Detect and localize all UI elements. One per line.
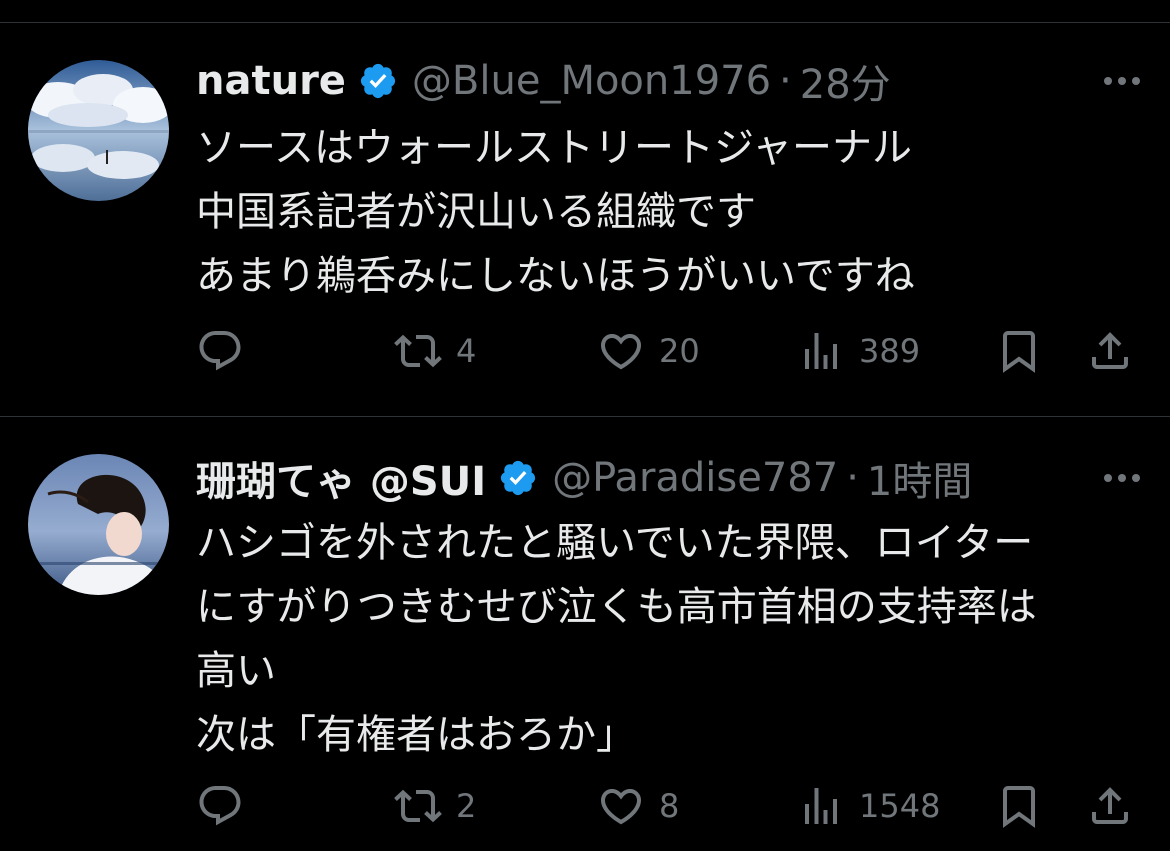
tweet-line: にすがりつきむせび泣くも高市首相の支持率は [196,584,1037,630]
reply-icon [199,786,241,826]
timestamp[interactable]: 28分 [800,52,891,110]
verified-badge-icon [358,61,398,101]
tweet-header: 珊瑚てゃ @SUI @Paradise787 · 1時間 [196,453,972,505]
share-icon [1092,332,1128,369]
tweet-line: 高い [196,648,276,694]
retweet-button[interactable]: 2 [394,780,476,832]
bookmark-icon [1003,331,1035,373]
avatar[interactable] [28,454,169,595]
share-button[interactable] [1086,780,1134,832]
verified-badge-icon [498,458,538,498]
tweet-text: ハシゴを外されたと騒いでいた界隈、ロイター にすがりつきむせび泣くも高市首相の支… [196,511,1146,767]
avatar[interactable] [28,60,169,201]
like-count: 20 [659,332,700,370]
tweet-line: ソースはウォールストリートジャーナル [196,125,912,171]
like-icon [600,789,642,825]
views-count: 1548 [859,787,941,825]
action-bar: 4 20 389 [0,325,1170,377]
reply-button[interactable] [196,325,244,377]
views-icon [805,333,837,369]
tweet-2[interactable]: 珊瑚てゃ @SUI @Paradise787 · 1時間 ハシゴを外されたと騒い… [0,417,1170,851]
timestamp[interactable]: 1時間 [867,449,972,507]
tweet-line: あまり鵜呑みにしないほうがいいですね [196,253,915,299]
tweet-line: ハシゴを外されたと騒いでいた界隈、ロイター [196,520,1034,566]
retweet-button[interactable]: 4 [394,325,476,377]
reply-button[interactable] [196,780,244,832]
bookmark-icon [1003,786,1035,828]
separator: · [846,455,859,501]
handle[interactable]: @Paradise787 [552,455,838,501]
tweet-header: nature @Blue_Moon1976 · 28分 [196,56,891,108]
views-count: 389 [859,332,921,370]
like-icon [600,334,642,370]
tweet-line: 次は「有権者はおろか」 [196,712,636,758]
action-bar: 2 8 1548 [0,780,1170,832]
retweet-icon [394,789,442,823]
like-button[interactable]: 8 [597,780,679,832]
tweet-1[interactable]: nature @Blue_Moon1976 · 28分 ソースはウォールストリー… [0,0,1170,416]
retweet-icon [394,334,442,368]
share-icon [1092,787,1128,824]
views-icon [805,788,837,824]
views-button[interactable]: 1548 [797,780,940,832]
handle[interactable]: @Blue_Moon1976 [412,58,771,104]
display-name[interactable]: 珊瑚てゃ @SUI [196,449,486,507]
tweet-line: 中国系記者が沢山いる組織です [196,189,756,235]
views-button[interactable]: 389 [797,325,920,377]
reply-icon [199,331,241,371]
like-button[interactable]: 20 [597,325,700,377]
like-count: 8 [659,787,680,825]
bookmark-button[interactable] [995,325,1043,377]
bookmark-button[interactable] [995,780,1043,832]
share-button[interactable] [1086,325,1134,377]
retweet-count: 4 [456,332,477,370]
timeline-feed: nature @Blue_Moon1976 · 28分 ソースはウォールストリー… [0,0,1170,851]
display-name[interactable]: nature [196,58,346,104]
more-icon[interactable] [1104,56,1140,106]
tweet-text: ソースはウォールストリートジャーナル 中国系記者が沢山いる組織です あまり鵜呑み… [196,116,1146,308]
separator: · [779,58,792,104]
retweet-count: 2 [456,787,477,825]
more-icon[interactable] [1104,453,1140,503]
